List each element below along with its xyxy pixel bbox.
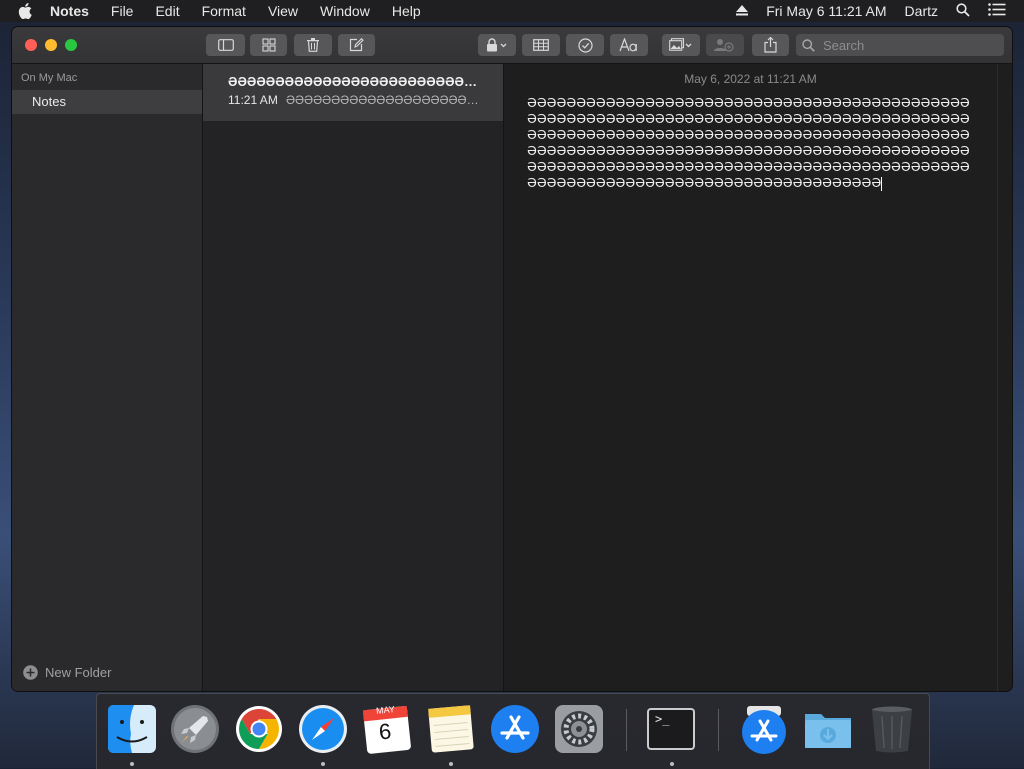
rocket-icon <box>171 705 219 753</box>
dock-system-preferences[interactable] <box>554 704 604 754</box>
note-body-content: ƏƏƏƏƏƏƏƏƏƏƏƏƏƏƏƏƏƏƏƏƏƏƏƏƏƏƏƏƏƏƏƏƏƏƏƏƏƏƏƏ… <box>527 95 970 190</box>
dock-terminal[interactable]: >_ <box>646 704 696 754</box>
checkmark-circle-icon <box>577 37 593 53</box>
terminal-icon <box>647 708 695 750</box>
sidebar-icon <box>217 39 234 51</box>
dock-separator <box>626 709 627 751</box>
lock-note-button[interactable] <box>478 34 516 56</box>
share-icon <box>764 37 777 53</box>
menu-edit[interactable]: Edit <box>155 3 179 19</box>
search-placeholder: Search <box>823 37 865 53</box>
plus-circle-icon <box>23 665 38 680</box>
dock-finder[interactable] <box>107 704 157 754</box>
clock[interactable]: Fri May 6 11:21 AM <box>766 3 886 19</box>
grid-icon <box>261 38 276 52</box>
table-button[interactable] <box>522 34 560 56</box>
table-icon <box>533 39 549 51</box>
photo-icon <box>669 38 692 51</box>
add-media-button[interactable] <box>662 34 700 56</box>
sidebar-item-notes[interactable]: Notes <box>12 90 202 114</box>
gallery-view-button[interactable] <box>250 34 287 56</box>
user-name[interactable]: Dartz <box>905 3 938 19</box>
add-person-icon <box>714 39 734 52</box>
finder-icon <box>108 705 156 753</box>
sidebar-item-label: Notes <box>32 94 66 109</box>
share-button[interactable] <box>752 34 789 56</box>
chrome-icon <box>236 706 282 752</box>
dock-app-store[interactable] <box>490 704 540 754</box>
note-body-text[interactable]: ƏƏƏƏƏƏƏƏƏƏƏƏƏƏƏƏƏƏƏƏƏƏƏƏƏƏƏƏƏƏƏƏƏƏƏƏƏƏƏƏ… <box>527 95 974 191</box>
dock-downloads-stack[interactable] <box>739 704 789 754</box>
menu-help[interactable]: Help <box>392 3 421 19</box>
dock-calendar[interactable]: MAY 6 <box>362 704 412 754</box>
format-text-button[interactable] <box>610 34 648 56</box>
toolbar: Search <box>12 27 1012 64</box>
note-title: ƏƏƏƏƏƏƏƏƏƏƏƏƏƏƏƏƏƏƏƏƏƏƏƏƏƏƏƏƏƏƏƏƏƏƏƏƏƏƏƏ… <box>228 74 483 89</box>
scrollbar-track[interactable] <box>997 64 998 691</box>
running-indicator <box>130 762 134 766</box>
search-field[interactable]: Search <box>796 34 1004 56</box>
new-folder-button[interactable]: New Folder <box>23 665 111 680</box>
dock-notes[interactable] <box>426 704 476 754</box>
new-folder-label: New Folder <box>45 665 112 680</box>
menu-window[interactable]: Window <box>320 3 370 19</box>
eject-icon[interactable] <box>736 3 749 19</box>
list-item[interactable]: ƏƏƏƏƏƏƏƏƏƏƏƏƏƏƏƏƏƏƏƏƏƏƏƏƏƏƏƏƏƏƏƏƏƏƏƏƏƏƏƏ… <box>203 64 503 121</box>
toggle-sidebar-button[interactable] <box>206 34 245 56</box>
lock-icon <box>487 38 507 52</box>
dock-launchpad[interactable] <box>170 704 220 754</box>
menu-format[interactable]: Format <box>202 3 246 19</box>
dock-downloads-folder[interactable] <box>803 704 853 754</box>
notification-center-icon[interactable] <box>988 3 1006 19</box>
trash-icon <box>872 706 912 753</box>
spotlight-search-icon[interactable] <box>956 2 970 20</box>
checklist-button[interactable] <box>566 34 604 56</box>
menu-file[interactable]: File <box>111 3 134 19</box>
dock-chrome[interactable] <box>234 704 284 754</box>
new-note-button[interactable] <box>338 34 375 56</box>
menu-bar: Notes File Edit Format View Window Help … <box>0 0 1024 22</box>
app-store-stack-icon <box>742 706 786 754</box>
safari-compass-icon <box>299 705 347 753</box>
zoom-button[interactable] <box>65 39 77 51</box>
minimize-button[interactable] <box>45 39 57 51</box>
dock-separator <box>718 709 719 751</box>
close-button[interactable] <box>25 39 37 51</box>
add-people-button[interactable] <box>706 34 744 56</box>
search-icon <box>802 38 815 52</box>
notes-icon <box>428 705 474 753</box>
running-indicator <box>670 762 674 766</box>
note-list: ƏƏƏƏƏƏƏƏƏƏƏƏƏƏƏƏƏƏƏƏƏƏƏƏƏƏƏƏƏƏƏƏƏƏƏƏƏƏƏƏ… <box>203 64 504 691</box>
section-header-on-my-mac: On My Mac <box>21 72 78 84</box>
calendar-day: 6 <box>377 718 393 745</box>
note-preview: ƏƏƏƏƏƏƏƏƏƏƏƏƏƏƏƏƏƏƏƏƏƏƏƏƏƏƏƏƏƏƏƏƏƏƏƏƏƏƏƏ… <box>286 93 486 107</box>
note-date: May 6, 2022 at 11:21 AM <box>684 72 817 86</box>
dock: MAY 6 >_ <box>96 693 930 769</box>
trash-icon <box>307 38 319 52</box>
running-indicator <box>321 762 325 766</box>
apple-menu-icon[interactable] <box>18 3 38 19</box>
note-editor[interactable]: May 6, 2022 at 11:21 AM ƏƏƏƏƏƏƏƏƏƏƏƏƏƏƏƏ… <box>504 64 1012 691</box>
gear-icon <box>555 705 603 753</box>
delete-note-button[interactable] <box>294 34 332 56</box>
dock-trash[interactable] <box>867 704 917 754</box>
text-format-icon <box>619 38 637 52</box>
app-store-icon <box>491 705 539 753</box>
menu-view[interactable]: View <box>268 3 298 19</box>
text-cursor <box>881 176 883 191</box>
terminal-prompt: >_ <box>655 712 670 726</box>
compose-icon <box>349 38 364 52</box>
menu-app-name[interactable]: Notes <box>50 3 89 19</box>
calendar-month: MAY <box>375 704 396 716</box>
folder-sidebar: On My Mac Notes New Folder <box>12 64 203 691</box>
notes-window: Search On My Mac Notes New Folder ƏƏƏƏƏƏ… <box>12 27 1012 691</box>
running-indicator <box>449 762 453 766</box>
downloads-folder-icon <box>805 714 851 748</box>
dock-safari[interactable] <box>298 704 348 754</box>
note-time: 11:21 AM <box>228 93 278 107</box>
